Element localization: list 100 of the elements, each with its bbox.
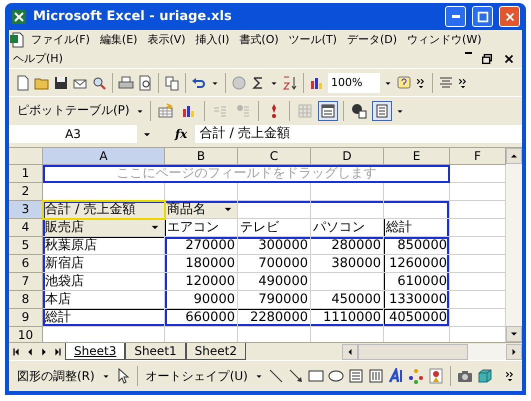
pivot-field[interactable]: 販売店 bbox=[43, 219, 165, 237]
sort-icon[interactable] bbox=[282, 74, 298, 90]
sheet-tab[interactable]: Sheet3 bbox=[65, 343, 126, 360]
row-header[interactable]: 10 bbox=[9, 327, 43, 342]
column-header[interactable]: C bbox=[238, 148, 311, 165]
row-header[interactable]: 6 bbox=[9, 255, 43, 273]
row-header[interactable]: 4 bbox=[9, 219, 43, 237]
window-title: Microsoft Excel - uriage.xls bbox=[33, 9, 233, 24]
toolbar-button[interactable] bbox=[318, 100, 338, 120]
pivot-field[interactable]: 商品名 bbox=[165, 201, 238, 219]
sheet-tab[interactable]: Sheet1 bbox=[125, 343, 186, 360]
document-icon[interactable] bbox=[9, 32, 25, 48]
table-cell: 90000 bbox=[165, 291, 238, 309]
new-icon[interactable] bbox=[15, 74, 31, 90]
table-cell: 120000 bbox=[165, 273, 238, 291]
table-cell: 490000 bbox=[238, 273, 311, 291]
vertical-scrollbar[interactable] bbox=[506, 148, 522, 342]
empty-cell[interactable] bbox=[311, 183, 384, 201]
empty-cell[interactable] bbox=[384, 201, 450, 219]
empty-cell[interactable] bbox=[238, 183, 311, 201]
draw-menu[interactable]: 図形の調整(R) bbox=[15, 368, 97, 384]
table-format-icon bbox=[158, 102, 174, 118]
scroll-down-button[interactable] bbox=[506, 326, 522, 342]
help-icon[interactable] bbox=[396, 74, 412, 90]
vertical-text-box-icon[interactable] bbox=[368, 368, 384, 384]
show-detail-icon bbox=[234, 102, 251, 118]
sheet-tab[interactable]: Sheet2 bbox=[186, 343, 246, 360]
column-header[interactable]: B bbox=[165, 148, 238, 165]
row-header[interactable]: 5 bbox=[9, 237, 43, 255]
oval-icon[interactable] bbox=[328, 368, 344, 384]
table-cell: 790000 bbox=[238, 291, 311, 309]
menu-item[interactable]: ヘルプ(H) bbox=[9, 50, 67, 67]
preview-icon[interactable] bbox=[137, 74, 153, 90]
zoom-field[interactable]: 100% bbox=[328, 72, 380, 92]
maximize-icon bbox=[476, 10, 490, 24]
empty-cell[interactable] bbox=[311, 273, 384, 291]
copy-icon[interactable] bbox=[164, 74, 180, 90]
magnifier-icon[interactable] bbox=[91, 74, 107, 90]
exclamation-icon bbox=[270, 102, 277, 118]
menu-item[interactable]: 表示(V) bbox=[143, 31, 190, 48]
arrow-icon[interactable] bbox=[288, 368, 304, 384]
rectangle-icon[interactable] bbox=[308, 368, 324, 384]
save-icon[interactable] bbox=[53, 74, 69, 90]
table-cell: 秋葉原店 bbox=[43, 237, 165, 255]
menu-item[interactable]: データ(D) bbox=[342, 31, 402, 48]
scroll-right-button[interactable] bbox=[506, 344, 522, 360]
minimize-icon[interactable] bbox=[465, 52, 472, 54]
horizontal-scrollbar[interactable] bbox=[342, 344, 522, 360]
table-cell: 新宿店 bbox=[43, 255, 165, 273]
insert-function-button[interactable]: fx bbox=[175, 127, 188, 141]
wordart-icon[interactable] bbox=[388, 368, 404, 384]
table-cell: 300000 bbox=[238, 237, 311, 255]
scroll-left-button[interactable] bbox=[342, 344, 358, 360]
line-icon[interactable] bbox=[268, 368, 284, 384]
row-header[interactable]: 8 bbox=[9, 291, 43, 309]
diagram-icon[interactable] bbox=[408, 368, 424, 384]
table-cell: 本店 bbox=[43, 291, 165, 309]
row-header[interactable]: 7 bbox=[9, 273, 43, 291]
table-cell: 4050000 bbox=[384, 309, 450, 327]
formula-field[interactable]: 合計 / 売上金額 bbox=[195, 125, 522, 143]
table-cell: 700000 bbox=[238, 255, 311, 273]
printer-icon[interactable] bbox=[118, 74, 134, 90]
close-button[interactable] bbox=[499, 6, 520, 27]
name-box[interactable]: A3 bbox=[9, 125, 137, 143]
autoshapes-menu[interactable]: オートシェイプ(U) bbox=[144, 368, 250, 384]
clip-art-icon[interactable] bbox=[428, 368, 444, 384]
row-header[interactable]: 2 bbox=[9, 183, 43, 201]
drop-zone-hint: ここにページのフィールドをドラッグします bbox=[43, 165, 450, 183]
info-icon bbox=[350, 102, 367, 118]
row-header[interactable]: 1 bbox=[9, 165, 43, 183]
column-header[interactable]: D bbox=[311, 148, 384, 165]
align-center-icon[interactable] bbox=[438, 74, 454, 90]
minimize-button[interactable] bbox=[445, 6, 466, 27]
table-cell: 610000 bbox=[384, 273, 450, 291]
maximize-button[interactable] bbox=[472, 6, 493, 27]
empty-cell[interactable] bbox=[311, 201, 384, 219]
column-header[interactable]: E bbox=[384, 148, 450, 165]
text-box-icon[interactable] bbox=[348, 368, 364, 384]
toolbar-button[interactable] bbox=[372, 100, 392, 120]
menu-item[interactable]: ツール(T) bbox=[284, 31, 341, 48]
pivot-field[interactable]: 合計 / 売上金額 bbox=[43, 201, 165, 219]
pivot-table-menu[interactable]: ピボットテーブル(P) bbox=[15, 102, 132, 119]
menu-item[interactable]: ファイル(F) bbox=[27, 31, 94, 48]
menu-item[interactable]: 挿入(I) bbox=[192, 31, 234, 48]
column-header[interactable]: A bbox=[43, 148, 165, 165]
table-cell: パソコン bbox=[311, 219, 384, 237]
menu-item[interactable]: 編集(E) bbox=[96, 31, 142, 48]
column-header[interactable]: F bbox=[450, 148, 506, 165]
table-cell: 280000 bbox=[311, 237, 384, 255]
row-header[interactable]: 3 bbox=[9, 201, 43, 219]
menu-item[interactable]: ウィンドウ(W) bbox=[403, 31, 486, 48]
spreadsheet-icon bbox=[11, 8, 27, 24]
row-header[interactable]: 9 bbox=[9, 309, 43, 327]
restore-icon[interactable] bbox=[480, 52, 494, 66]
empty-cell[interactable] bbox=[384, 183, 450, 201]
camera-icon[interactable] bbox=[456, 368, 473, 384]
table-cell: 270000 bbox=[165, 237, 238, 255]
cube-icon[interactable] bbox=[476, 368, 493, 384]
scroll-up-button[interactable] bbox=[506, 148, 522, 164]
menu-item[interactable]: 書式(O) bbox=[235, 31, 283, 48]
